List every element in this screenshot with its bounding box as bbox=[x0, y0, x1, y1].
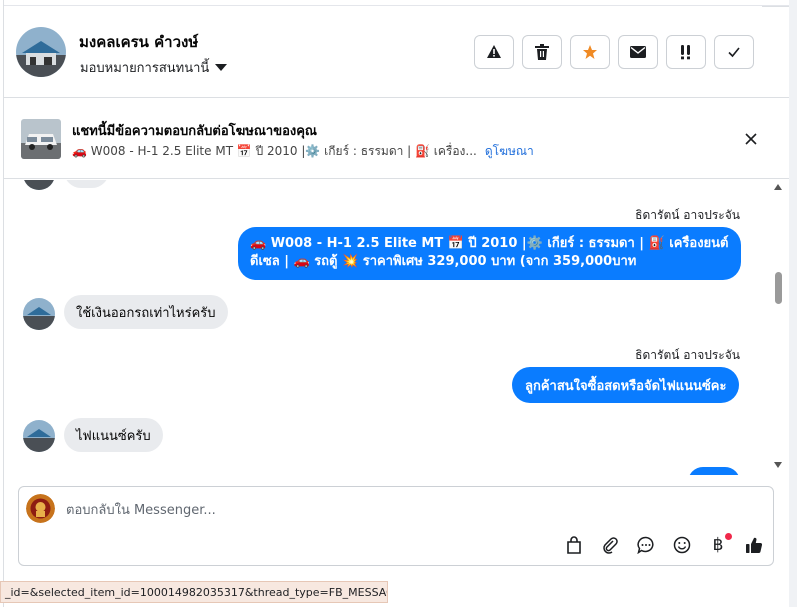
mark-unread-button[interactable] bbox=[618, 35, 658, 69]
scroll-up-arrow[interactable] bbox=[774, 184, 782, 190]
follow-up-icon bbox=[681, 45, 690, 60]
incoming-message: ใช้เงินออกรถเท่าไหร่ครับ bbox=[64, 295, 228, 329]
envelope-icon bbox=[630, 46, 646, 58]
emoji-button[interactable] bbox=[668, 533, 696, 557]
outgoing-message-line: 🚗 W008 - H-1 2.5 Elite MT 📅 ปี 2010 |⚙️ … bbox=[250, 236, 729, 251]
composer-toolbar: ฿ bbox=[560, 533, 768, 557]
baht-icon: ฿ bbox=[712, 535, 724, 555]
scroll-down-arrow[interactable] bbox=[774, 462, 782, 468]
contact-avatar-small bbox=[23, 298, 55, 330]
contact-avatar-small bbox=[23, 180, 55, 190]
delete-button[interactable] bbox=[522, 35, 562, 69]
contact-avatar[interactable] bbox=[16, 27, 66, 77]
caret-down-icon bbox=[215, 64, 228, 71]
status-bar-url: _id=&selected_item_id=100014982035317&th… bbox=[0, 581, 388, 603]
shopping-bag-icon bbox=[567, 536, 581, 554]
ad-thumbnail[interactable] bbox=[21, 119, 61, 159]
window-right-edge bbox=[789, 0, 797, 607]
ad-banner-title: แชทนี้มีข้อความตอบกลับต่อโฆษณาของคุณ bbox=[72, 124, 317, 139]
conversation-header: มงคลเครน คำวงษ์ มอบหมายการสนทนานี้ bbox=[4, 7, 789, 98]
outgoing-message: 🚗 W008 - H-1 2.5 Elite MT 📅 ปี 2010 |⚙️ … bbox=[238, 227, 741, 280]
outgoing-message-partial bbox=[688, 467, 740, 475]
ad-reply-banner: แชทนี้มีข้อความตอบกลับต่อโฆษณาของคุณ 🚗 W… bbox=[4, 99, 789, 179]
message-list[interactable]: ธิดารัตน์ อาจประจัน 🚗 W008 - H-1 2.5 Eli… bbox=[4, 180, 771, 475]
contact-name[interactable]: มงคลเครน คำวงษ์ bbox=[79, 30, 198, 54]
close-banner-button[interactable] bbox=[741, 129, 761, 149]
scrollbar-thumb[interactable] bbox=[775, 272, 782, 304]
check-icon bbox=[728, 47, 740, 58]
smiley-icon bbox=[673, 536, 691, 554]
warning-icon bbox=[487, 45, 501, 58]
message-sender-name: ธิดารัตน์ อาจประจัน bbox=[635, 208, 740, 222]
page-avatar bbox=[26, 494, 55, 523]
star-icon bbox=[583, 45, 597, 59]
trash-icon bbox=[535, 44, 549, 60]
send-like-button[interactable] bbox=[740, 533, 768, 557]
spam-button[interactable] bbox=[474, 35, 514, 69]
contact-avatar-small bbox=[23, 420, 55, 452]
ad-banner-subtitle: 🚗 W008 - H-1 2.5 Elite MT 📅 ปี 2010 |⚙️ … bbox=[72, 142, 534, 161]
follow-up-button[interactable] bbox=[666, 35, 706, 69]
chat-bubble-icon bbox=[637, 536, 654, 554]
attach-file-button[interactable] bbox=[596, 533, 624, 557]
notification-dot bbox=[725, 533, 732, 540]
view-ad-link[interactable]: ดูโฆษณา bbox=[485, 142, 534, 161]
quick-reply-button[interactable] bbox=[632, 533, 660, 557]
outgoing-message-line: ดีเซล | 🚗 รถตู้ 💥 ราคาพิเศษ 329,000 บาท … bbox=[250, 254, 637, 269]
mark-done-button[interactable] bbox=[714, 35, 754, 69]
incoming-message: ไฟแนนซ์ครับ bbox=[64, 418, 163, 452]
reply-composer: ฿ bbox=[18, 486, 774, 566]
header-actions bbox=[474, 35, 754, 69]
message-sender-name: ธิดารัตน์ อาจประจัน bbox=[635, 348, 740, 362]
assign-label: มอบหมายการสนทนานี้ bbox=[80, 61, 210, 76]
ad-summary: 🚗 W008 - H-1 2.5 Elite MT 📅 ปี 2010 |⚙️ … bbox=[72, 144, 477, 158]
thumbs-up-icon bbox=[746, 537, 763, 553]
assign-conversation-dropdown[interactable]: มอบหมายการสนทนานี้ bbox=[80, 57, 228, 78]
incoming-message-partial bbox=[64, 180, 109, 188]
conversation-window: มงคลเครน คำวงษ์ มอบหมายการสนทนานี้ แชทนี… bbox=[0, 0, 797, 607]
reply-input[interactable] bbox=[66, 500, 566, 520]
paperclip-icon bbox=[603, 537, 618, 554]
close-icon bbox=[745, 133, 757, 145]
window-top-strip bbox=[4, 0, 797, 6]
outgoing-message: ลูกค้าสนใจซื้อสดหรือจัดไฟแนนซ์คะ bbox=[512, 367, 740, 403]
payment-button[interactable]: ฿ bbox=[704, 533, 732, 557]
star-button[interactable] bbox=[570, 35, 610, 69]
saved-replies-button[interactable] bbox=[560, 533, 588, 557]
